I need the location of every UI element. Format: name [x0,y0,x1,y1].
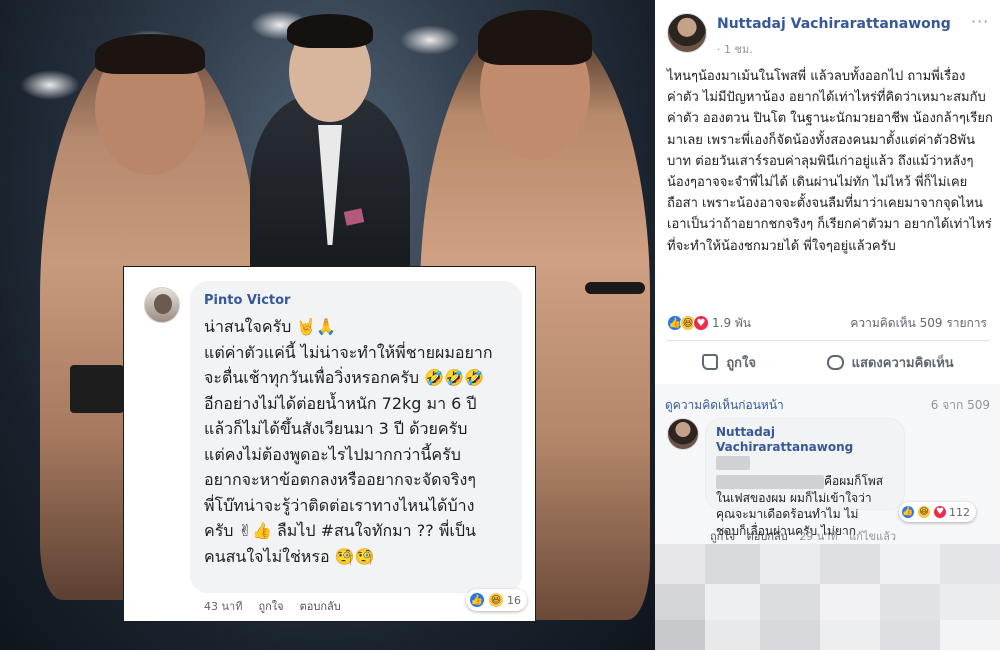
author-avatar[interactable] [667,13,707,53]
previous-comments-row: ดูความคิดเห็นก่อนหน้า 6 จาก 509 [665,396,990,415]
comment-reactions[interactable]: 👍 😆 16 [466,589,527,611]
comment-time: 43 นาที [204,600,243,613]
facebook-post: Nuttadaj Vachirarattanawong · 1 ชม. ··· … [655,0,1000,650]
divider [667,340,989,341]
blurred-content [655,544,1000,650]
comments-paging: 6 จาก 509 [930,398,990,412]
reply-edited: แก้ไขแล้ว [849,530,897,543]
comment-like-link[interactable]: ถูกใจ [258,597,283,615]
reply-author-first: Nuttadaj [716,425,775,439]
reply-like-link[interactable]: ถูกใจ [710,527,735,545]
armband [585,282,645,294]
comment-reply-link[interactable]: ตอบกลับ [300,597,341,615]
haha-icon: 😆 [488,592,504,608]
author-name[interactable]: Nuttadaj Vachirarattanawong [717,16,951,32]
like-button[interactable]: ถูกใจ [702,352,756,373]
reply-reaction-count: 112 [949,505,970,519]
redacted-name [716,455,750,470]
post-actions: ถูกใจ แสดงความคิดเห็น [667,346,989,378]
comments-section: ดูความคิดเห็นก่อนหน้า 6 จาก 509 Nuttadaj… [655,384,1000,650]
reply-meta: ถูกใจ · ตอบกลับ · 29 นาที · แก้ไขแล้ว [710,527,896,545]
comment-bubble: Pinto Victor น่าสนใจครับ 🤘🙏 แต่ค่าตัวแค่… [190,281,522,593]
separator: · [739,527,743,540]
post-body: ไหนๆน้องมาเม้นในโพสพี่ แล้วลบทั้งออกไป ถ… [667,69,993,254]
comment-count[interactable]: ความคิดเห็น 509 รายการ [850,314,987,333]
left-fighter-hair [95,34,205,74]
stadium-light [20,70,80,100]
separator: · [791,527,796,540]
reply-author-name[interactable]: Nuttadaj Vachirarattanawong [716,425,866,470]
reply-time[interactable]: 29 นาที [799,527,837,545]
man-in-suit-hair [287,14,373,48]
post-time[interactable]: · 1 ชม. [717,40,753,58]
stadium-light [400,25,460,55]
commenter-name[interactable]: Pinto Victor [204,293,508,308]
hand-wrap [70,365,124,413]
comment-meta: 43 นาที ถูกใจ ตอบกลับ [204,597,341,615]
right-fighter-hair [478,10,592,65]
haha-icon: 😆 [917,505,931,519]
like-button-label: ถูกใจ [726,355,757,371]
comment-button-label: แสดงความคิดเห็น [851,355,954,371]
post-reactions[interactable]: 👍 😆 ♥ [667,315,709,331]
comment-button[interactable]: แสดงความคิดเห็น [826,352,954,373]
reply-author-last: Vachirarattanawong [716,440,854,454]
comment-text: น่าสนใจครับ 🤘🙏 แต่ค่าตัวแค่นี้ ไม่น่าจะท… [204,317,493,566]
thumbs-up-icon [702,354,719,370]
reply-author-avatar[interactable] [667,418,699,450]
like-icon: 👍 [901,505,915,519]
comment-reaction-count: 16 [507,593,521,607]
comment-icon [826,354,844,370]
redacted-tag [716,474,824,489]
post-stats: 👍 😆 ♥ 1.9 พัน ความคิดเห็น 509 รายการ [667,313,987,333]
reply-bubble: Nuttadaj Vachirarattanawong คือผมก็โพส ใ… [705,418,905,538]
fight-poster-image: Pinto Victor น่าสนใจครับ 🤘🙏 แต่ค่าตัวแค่… [0,0,655,650]
love-icon: ♥ [693,315,709,331]
commenter-avatar [144,287,180,323]
reply-text-line1: คือผมก็โพส [824,474,884,488]
reply-reactions[interactable]: 👍 😆 ♥ 112 [899,502,976,522]
like-icon: 👍 [469,592,485,608]
reply-reply-link[interactable]: ตอบกลับ [747,527,788,545]
view-previous-comments-link[interactable]: ดูความคิดเห็นก่อนหน้า [665,396,784,415]
separator: · [841,527,846,540]
more-options-icon[interactable]: ··· [971,12,989,31]
comment-screenshot: Pinto Victor น่าสนใจครับ 🤘🙏 แต่ค่าตัวแค่… [123,266,536,622]
reaction-count[interactable]: 1.9 พัน [712,314,751,333]
love-icon: ♥ [933,505,947,519]
